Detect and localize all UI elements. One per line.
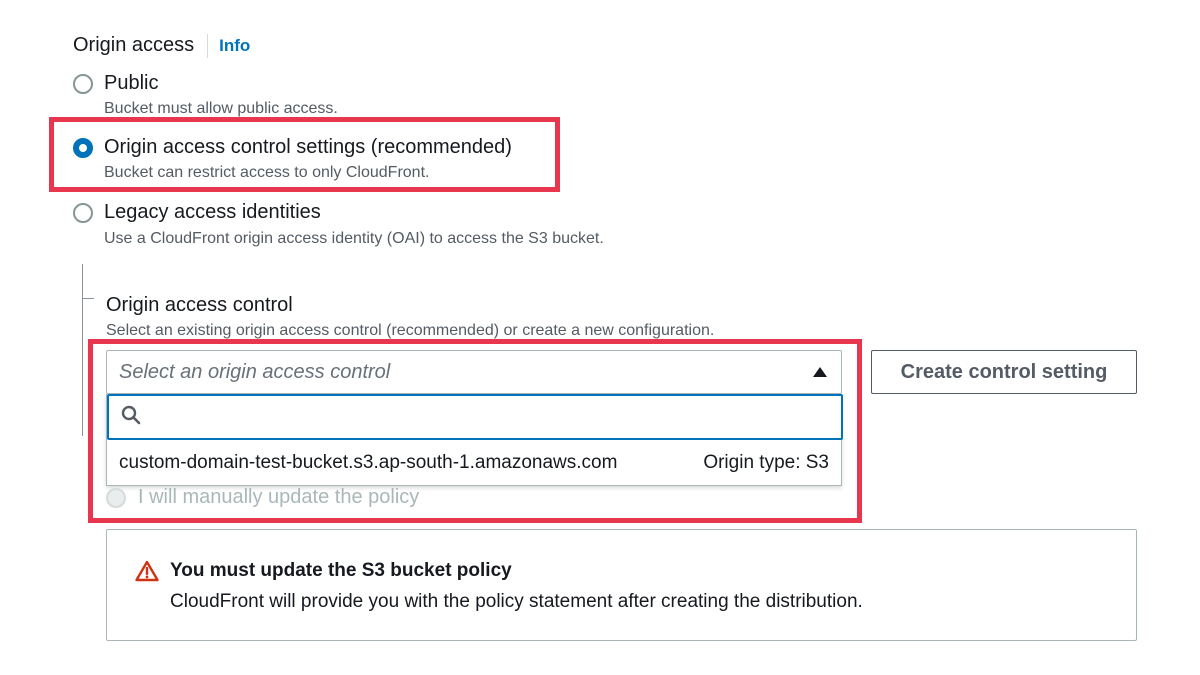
alert-title: You must update the S3 bucket policy [170, 560, 512, 581]
radio-public-description: Bucket must allow public access. [104, 100, 338, 117]
tree-connector-horizontal [82, 298, 94, 299]
radio-option-public[interactable]: Public [73, 72, 158, 95]
title-divider [207, 34, 209, 58]
radio-public-label: Public [104, 72, 159, 94]
radio-legacy-label: Legacy access identities [104, 201, 321, 223]
create-control-setting-button[interactable]: Create control setting [871, 350, 1137, 394]
info-link[interactable]: Info [219, 36, 250, 56]
origin-access-title: Origin access [73, 34, 195, 56]
radio-oac[interactable] [73, 137, 93, 158]
radio-option-legacy[interactable]: Legacy access identities [73, 201, 321, 224]
radio-oac-description: Bucket can restrict access to only Cloud… [104, 164, 430, 181]
radio-oac-label: Origin access control settings (recommen… [104, 136, 512, 158]
origin-access-heading: Origin access Info [73, 34, 250, 58]
highlight-box-dropdown [88, 339, 862, 523]
radio-option-oac[interactable]: Origin access control settings (recommen… [73, 136, 512, 159]
warning-icon [135, 560, 159, 587]
radio-legacy-description: Use a CloudFront origin access identity … [104, 230, 604, 247]
oac-title: Origin access control [106, 294, 293, 316]
radio-legacy[interactable] [73, 202, 93, 223]
bucket-policy-alert: You must update the S3 bucket policy Clo… [106, 529, 1137, 641]
oac-description: Select an existing origin access control… [106, 322, 715, 339]
tree-connector-vertical [82, 264, 83, 436]
radio-public[interactable] [73, 73, 93, 94]
alert-body: CloudFront will provide you with the pol… [170, 591, 863, 612]
